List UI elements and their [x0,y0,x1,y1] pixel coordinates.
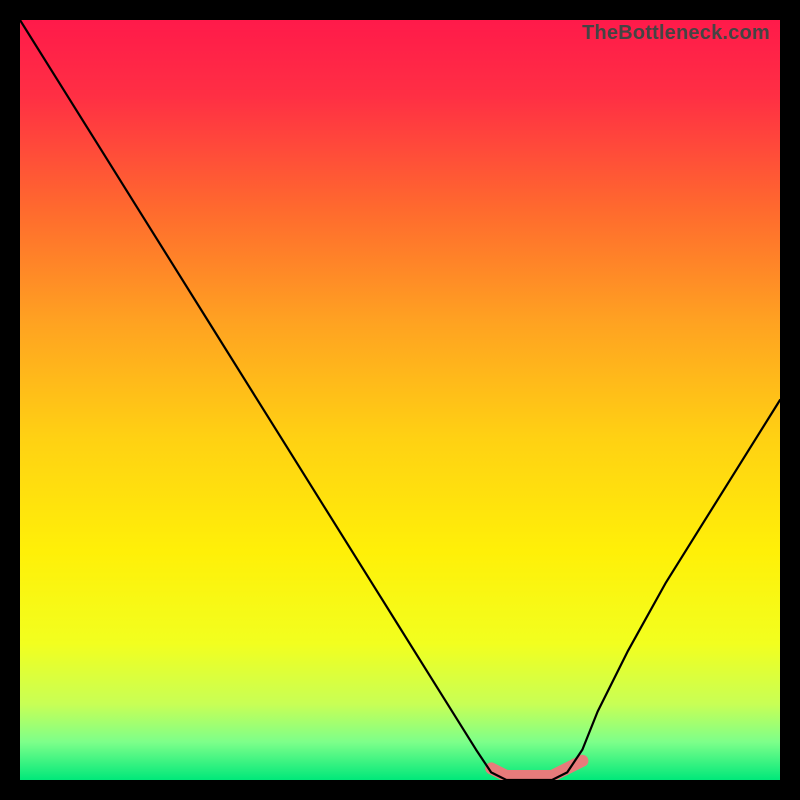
chart-frame: TheBottleneck.com [0,0,800,800]
watermark-text: TheBottleneck.com [582,22,770,45]
curve-layer [20,20,780,780]
plot-area: TheBottleneck.com [20,20,780,780]
bottleneck-curve [20,20,780,780]
